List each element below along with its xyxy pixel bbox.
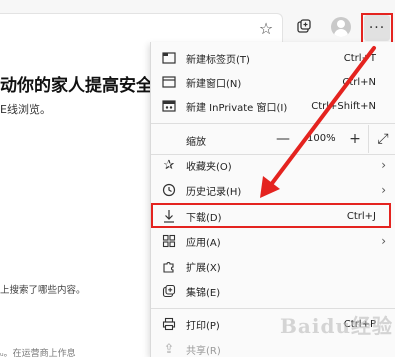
menu-item-shortcut: Ctrl+T	[343, 52, 376, 64]
zoom-value: 100%	[307, 133, 336, 144]
inprivate-icon	[161, 98, 177, 114]
zoom-out-button[interactable]: —	[269, 125, 297, 153]
menu-item-shortcut: Ctrl+Shift+N	[311, 100, 376, 112]
chevron-right-icon: ›	[381, 158, 386, 172]
new-tab-icon	[161, 50, 177, 66]
page-text-line: 上搜索了哪些内容。	[0, 285, 86, 296]
address-bar[interactable]	[0, 13, 283, 43]
menu-item-collections[interactable]: 集锦(E)	[151, 279, 395, 303]
page-text-line-faded: ᵤ。在运营商上作息	[0, 349, 76, 357]
star-icon[interactable]: ☆	[256, 16, 276, 40]
highlight-box-downloads	[151, 203, 391, 228]
menu-item-label: 历史记录(H)	[186, 186, 242, 198]
menu-item-label: 扩展(X)	[186, 262, 221, 274]
fullscreen-button[interactable]: ⤢	[369, 125, 395, 153]
menu-item-label: 新建窗口(N)	[186, 78, 242, 90]
menu-item-extensions[interactable]: 扩展(X)	[151, 254, 395, 278]
menu-item-new-window[interactable]: 新建窗口(N) Ctrl+N	[151, 70, 395, 94]
apps-icon	[161, 233, 177, 249]
menu-item-share: ⇪ 共享(R)	[151, 337, 395, 357]
page-subtext: E线浏览。	[0, 103, 51, 116]
menu-item-label: 应用(A)	[186, 237, 221, 249]
menu-item-label: 新建 InPrivate 窗口(I)	[186, 102, 288, 114]
history-icon	[161, 182, 177, 198]
menu-item-label: 共享(R)	[186, 345, 221, 357]
profile-avatar[interactable]	[331, 17, 351, 37]
zoom-label: 缩放	[186, 137, 206, 148]
share-icon: ⇪	[163, 341, 175, 357]
menu-item-apps[interactable]: 应用(A) ›	[151, 229, 395, 253]
menu-item-label: 集锦(E)	[186, 287, 221, 299]
collections-icon[interactable]	[296, 18, 312, 34]
menu-item-label: 收藏夹(O)	[186, 161, 232, 173]
menu-divider	[151, 308, 395, 309]
menu-item-label: 新建标签页(T)	[186, 54, 250, 66]
print-icon	[161, 316, 177, 332]
menu-item-favorites[interactable]: ✰ 收藏夹(O) ›	[151, 153, 395, 177]
extensions-icon	[161, 258, 177, 274]
favorites-icon: ✰	[163, 157, 175, 173]
menu-item-label: 打印(P)	[186, 320, 220, 332]
menu-divider	[151, 123, 395, 124]
watermark: Baidu经验	[280, 314, 393, 338]
highlight-box-more	[361, 13, 393, 45]
new-window-icon	[161, 74, 177, 90]
menu-item-history[interactable]: 历史记录(H) ›	[151, 178, 395, 202]
zoom-in-button[interactable]: +	[341, 125, 369, 153]
menu-item-new-inprivate[interactable]: 新建 InPrivate 窗口(I) Ctrl+Shift+N	[151, 94, 395, 118]
page-heading: 动你的家人提高安全性	[0, 76, 152, 96]
menu-item-new-tab[interactable]: 新建标签页(T) Ctrl+T	[151, 46, 395, 70]
zoom-row: 缩放 — 100% + ⤢	[151, 125, 395, 153]
menu-item-shortcut: Ctrl+N	[342, 76, 376, 88]
collections-icon	[161, 283, 177, 299]
chevron-right-icon: ›	[381, 183, 386, 197]
chevron-right-icon: ›	[381, 234, 386, 248]
